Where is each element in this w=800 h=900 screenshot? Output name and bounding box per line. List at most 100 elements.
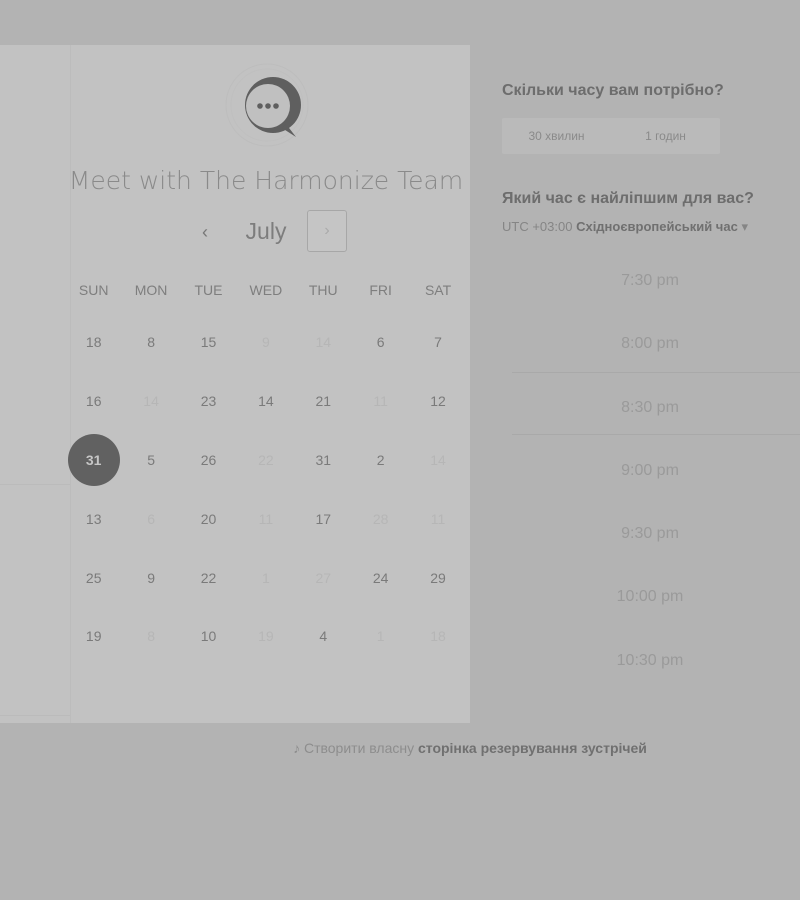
weekday-label: MON xyxy=(134,282,168,298)
duration-question: Скільки часу вам потрібно? xyxy=(502,82,724,99)
time-slot[interactable]: 9:30 pm xyxy=(500,502,800,565)
calendar-day[interactable]: 24 xyxy=(352,548,409,607)
calendar-day[interactable]: 7 xyxy=(409,313,466,372)
calendar-day: 18 xyxy=(409,607,466,666)
calendar-day[interactable]: 8 xyxy=(122,313,179,372)
calendar-day: 1 xyxy=(237,548,294,607)
calendar-day-number: 2 xyxy=(376,451,385,468)
calendar-day[interactable]: 10 xyxy=(180,607,237,666)
time-slot[interactable]: 7:30 pm xyxy=(500,249,800,312)
calendar-day[interactable]: 26 xyxy=(180,431,237,490)
calendar-day: 9 xyxy=(237,313,294,372)
calendar-day-number: 17 xyxy=(315,510,332,527)
month-label: July xyxy=(245,218,287,244)
calendar-day: 22 xyxy=(237,431,294,490)
divider xyxy=(512,434,800,435)
calendar-week-row: 31 5 26 22 31 2 14 xyxy=(65,431,467,490)
calendar-day-number: 11 xyxy=(373,393,388,410)
weekday-label: THU xyxy=(308,282,338,298)
calendar-day-number: 6 xyxy=(376,334,385,351)
calendar-day[interactable]: 29 xyxy=(409,548,466,607)
calendar-week-row: 18 8 15 9 14 6 7 xyxy=(65,313,467,372)
calendar-day[interactable]: 17 xyxy=(295,489,352,548)
time-slot[interactable]: 10:00 pm xyxy=(500,565,800,628)
previous-month-button[interactable]: ‹ xyxy=(195,222,215,242)
calendar-day[interactable]: 20 xyxy=(180,489,237,548)
weekday-label: SAT xyxy=(424,282,452,298)
calendar-day-number: 14 xyxy=(315,334,332,351)
page-title: Meet with The Harmonize Team xyxy=(68,166,464,195)
magic-wand-icon: ♪ xyxy=(293,740,301,756)
calendar-day[interactable]: 21 xyxy=(295,372,352,431)
calendar-day-number: 11 xyxy=(430,510,446,527)
calendar-day-number: 1 xyxy=(261,569,270,586)
calendar-day-selected[interactable]: 31 xyxy=(65,431,122,490)
calendar-day[interactable]: 6 xyxy=(352,313,409,372)
calendar-day[interactable]: 14 xyxy=(237,372,294,431)
calendar-day-number: 24 xyxy=(372,569,389,586)
calendar-day-number: 26 xyxy=(200,451,217,468)
calendar-day: 14 xyxy=(295,313,352,372)
calendar-day-number: 4 xyxy=(319,628,328,645)
duration-option-30min[interactable]: 30 хвилин xyxy=(502,118,611,154)
calendar-day-number: 8 xyxy=(147,628,155,645)
calendar-day-number: 6 xyxy=(147,510,155,527)
time-slot[interactable]: 8:30 pm xyxy=(500,376,800,439)
calendar-day-number: 9 xyxy=(261,334,270,351)
calendar-day-number: 25 xyxy=(85,569,102,586)
calendar-day[interactable]: 2 xyxy=(352,431,409,490)
calendar-day-number: 27 xyxy=(315,569,332,586)
calendar-week-row: 19 8 10 19 4 1 18 xyxy=(65,607,467,666)
timezone-name: Східноєвропейський час xyxy=(576,219,738,234)
calendar-day[interactable]: 23 xyxy=(180,372,237,431)
calendar-day[interactable]: 5 xyxy=(122,431,179,490)
calendar-day: 14 xyxy=(409,431,466,490)
calendar-day[interactable]: 22 xyxy=(180,548,237,607)
time-slot-list: 7:30 pm 8:00 pm 8:30 pm 9:00 pm 9:30 pm … xyxy=(512,249,800,692)
create-booking-page-link[interactable]: сторінка резервування зустрічей xyxy=(418,740,647,756)
calendar-day-number: 18 xyxy=(430,628,446,645)
calendar-week-row: 13 6 20 11 17 28 11 xyxy=(65,489,467,548)
calendar-day[interactable]: 25 xyxy=(65,548,122,607)
calendar-day-number: 22 xyxy=(200,569,217,586)
divider xyxy=(512,372,800,373)
calendar-day: 14 xyxy=(122,372,179,431)
calendar-day-number: 22 xyxy=(258,451,274,468)
timezone-dropdown[interactable]: UTC +03:00 Східноєвропейський час ▾ xyxy=(502,219,748,235)
time-slot[interactable]: 8:00 pm xyxy=(500,312,800,375)
calendar-day-number: 1 xyxy=(376,628,385,645)
calendar-day: 11 xyxy=(409,489,466,548)
duration-option-1h[interactable]: 1 годин xyxy=(611,118,720,154)
calendar-day: 11 xyxy=(237,489,294,548)
calendar-grid: 18 8 15 9 14 6 7 16 14 23 14 21 11 12 31 5 26 22 31 2 14 13 6 2… xyxy=(65,313,467,666)
calendar-day[interactable]: 15 xyxy=(180,313,237,372)
calendar-day[interactable]: 12 xyxy=(409,372,466,431)
time-slot[interactable]: 9:00 pm xyxy=(500,439,800,502)
calendar-day[interactable]: 31 xyxy=(295,431,352,490)
calendar-day-number: 31 xyxy=(315,451,332,468)
weekday-label: FRI xyxy=(369,282,392,298)
time-slot[interactable]: 10:30 pm xyxy=(500,629,800,692)
timezone-offset: UTC +03:00 xyxy=(502,219,573,234)
calendar-day-number: 18 xyxy=(85,334,102,351)
next-month-button[interactable]: › xyxy=(307,210,347,252)
calendar-day[interactable]: 4 xyxy=(295,607,352,666)
calendar-day[interactable]: 19 xyxy=(65,607,122,666)
calendar-day: 8 xyxy=(122,607,179,666)
calendar-day[interactable]: 13 xyxy=(65,489,122,548)
calendar-day-number: 10 xyxy=(200,628,217,645)
calendar-day-number: 7 xyxy=(434,334,442,351)
calendar-week-row: 25 9 22 1 27 24 29 xyxy=(65,548,467,607)
calendar-day[interactable]: 9 xyxy=(122,548,179,607)
left-strip xyxy=(0,484,70,716)
calendar-day[interactable]: 16 xyxy=(65,372,122,431)
calendar-day: 28 xyxy=(352,489,409,548)
weekday-label: SUN xyxy=(78,282,109,298)
calendar-day-number: 19 xyxy=(258,628,274,645)
calendar-day-number: 19 xyxy=(85,628,102,645)
month-navigation: ‹ July › xyxy=(180,210,360,256)
footer: ♪ Створити власну сторінка резервування … xyxy=(0,740,800,756)
calendar-day-number: 21 xyxy=(315,393,332,410)
calendar-day[interactable]: 18 xyxy=(65,313,122,372)
calendar-day-number: 16 xyxy=(85,393,102,410)
